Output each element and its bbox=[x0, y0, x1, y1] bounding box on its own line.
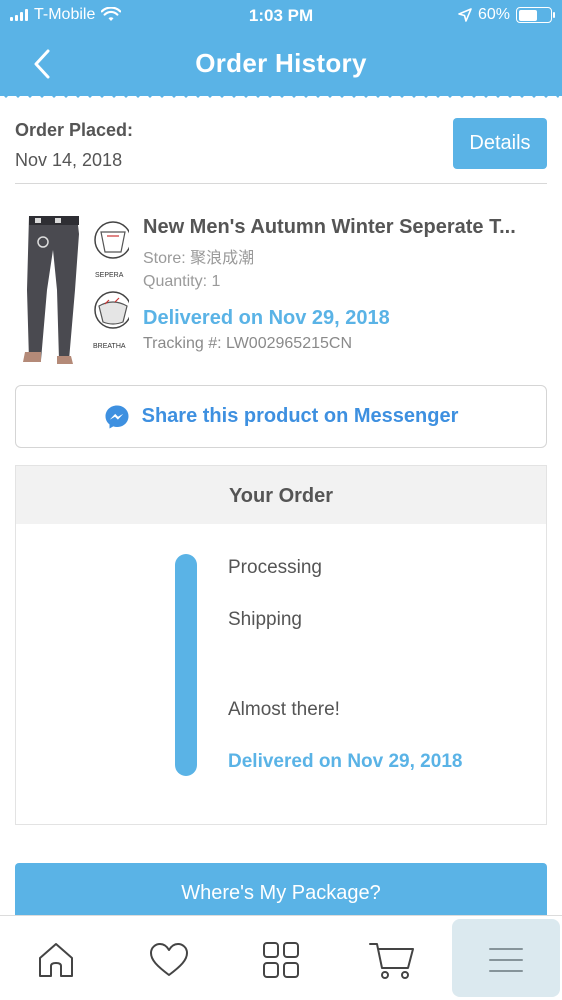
nav-bar: Order History bbox=[0, 34, 562, 92]
details-button[interactable]: Details bbox=[453, 118, 547, 169]
step-delivered: Delivered on Nov 29, 2018 bbox=[228, 751, 463, 772]
tab-wishlist[interactable] bbox=[145, 938, 193, 982]
product-quantity: Quantity: 1 bbox=[143, 273, 221, 290]
product-item[interactable]: SEPERA BREATHA New Men's Autumn Winter S… bbox=[15, 210, 547, 370]
product-thumbnail[interactable]: SEPERA BREATHA bbox=[15, 210, 129, 366]
progress-track bbox=[175, 554, 197, 776]
order-tracker-title: Your Order bbox=[16, 466, 546, 524]
step-almost-there: Almost there! bbox=[228, 699, 340, 720]
tab-categories[interactable] bbox=[257, 938, 305, 982]
share-messenger-label: Share this product on Messenger bbox=[141, 405, 459, 427]
thumb-caption-2: BREATHA bbox=[93, 343, 126, 350]
cart-icon bbox=[369, 943, 414, 979]
order-placed-section: Order Placed: Nov 14, 2018 Details bbox=[15, 118, 547, 184]
watermark-overlay bbox=[452, 919, 560, 997]
delivery-status: Delivered on Nov 29, 2018 bbox=[143, 307, 390, 329]
product-title[interactable]: New Men's Autumn Winter Seperate T... bbox=[143, 216, 547, 239]
thumb-caption-1: SEPERA bbox=[95, 272, 124, 279]
header: T-Mobile 1:03 PM 60% Order History bbox=[0, 0, 562, 96]
heart-icon bbox=[150, 943, 188, 976]
wheres-my-package-button[interactable]: Where's My Package? bbox=[15, 863, 547, 923]
product-info: New Men's Autumn Winter Seperate T... St… bbox=[143, 216, 547, 353]
status-bar: T-Mobile 1:03 PM 60% bbox=[0, 0, 562, 32]
page-title: Order History bbox=[195, 48, 367, 78]
tab-home[interactable] bbox=[32, 938, 80, 982]
share-messenger-button[interactable]: Share this product on Messenger bbox=[15, 385, 547, 448]
product-store: Store: 聚浪成潮 bbox=[143, 250, 255, 267]
grid-icon bbox=[263, 942, 299, 978]
battery-icon bbox=[516, 7, 555, 23]
tracking-number: Tracking #: LW002965215CN bbox=[143, 335, 352, 352]
home-icon bbox=[39, 943, 73, 977]
battery-percent: 60% bbox=[477, 6, 510, 23]
header-zigzag-divider bbox=[0, 92, 562, 98]
location-arrow-icon bbox=[458, 8, 472, 22]
step-processing: Processing bbox=[228, 557, 322, 578]
tab-cart[interactable] bbox=[368, 938, 416, 982]
order-tracker-card: Your Order Processing Shipping Almost th… bbox=[15, 465, 547, 825]
step-shipping: Shipping bbox=[228, 609, 302, 630]
messenger-icon bbox=[105, 405, 129, 428]
